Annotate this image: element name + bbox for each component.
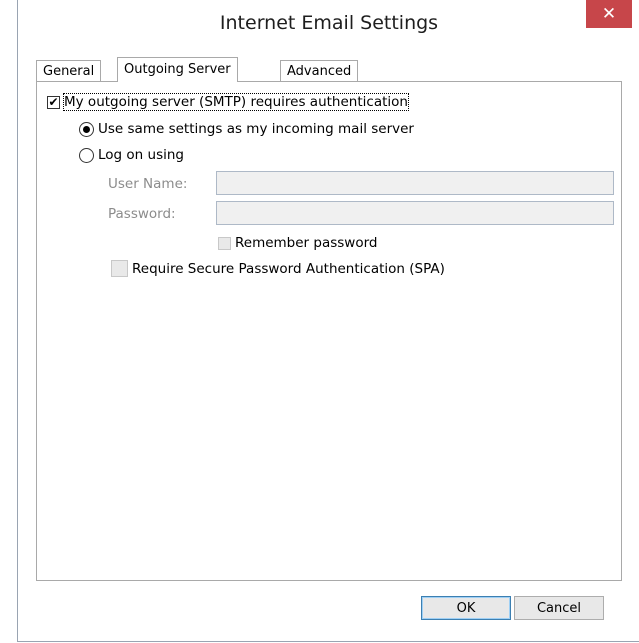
dialog-title: Internet Email Settings [219, 12, 439, 34]
use-same-settings-radio-row[interactable]: Use same settings as my incoming mail se… [79, 121, 414, 137]
checkmark-icon: ✔ [48, 95, 59, 109]
user-name-label: User Name: [108, 176, 188, 192]
cancel-button[interactable]: Cancel [514, 596, 604, 620]
close-button[interactable]: ✕ [586, 0, 632, 28]
password-label: Password: [108, 206, 176, 222]
ok-button[interactable]: OK [421, 596, 511, 620]
tab-outgoing-server[interactable]: Outgoing Server [117, 57, 238, 82]
require-spa-row[interactable]: Require Secure Password Authentication (… [111, 260, 445, 277]
smtp-auth-checkbox[interactable]: ✔ [47, 95, 60, 109]
tab-general[interactable]: General [36, 60, 102, 82]
remember-password-checkbox[interactable] [218, 236, 231, 250]
use-same-settings-label: Use same settings as my incoming mail se… [98, 121, 414, 137]
tab-advanced[interactable]: Advanced [280, 60, 359, 82]
use-same-settings-radio[interactable] [79, 121, 94, 137]
remember-password-label: Remember password [235, 235, 378, 251]
tab-outgoing-server-label: Outgoing Server [124, 62, 231, 77]
log-on-using-radio-row[interactable]: Log on using [79, 147, 184, 163]
internet-email-settings-dialog: Internet Email Settings ✕ General Outgoi… [17, 0, 639, 642]
user-name-input[interactable] [216, 171, 614, 195]
tab-general-label: General [43, 64, 95, 79]
smtp-auth-checkbox-row[interactable]: ✔ My outgoing server (SMTP) requires aut… [47, 93, 409, 111]
radio-dot-icon [83, 125, 90, 133]
smtp-auth-label: My outgoing server (SMTP) requires authe… [63, 93, 409, 111]
tab-advanced-label: Advanced [287, 64, 352, 79]
log-on-using-radio[interactable] [79, 147, 94, 163]
log-on-using-label: Log on using [98, 147, 184, 163]
close-icon: ✕ [601, 4, 617, 24]
require-spa-checkbox[interactable] [111, 260, 128, 277]
password-input[interactable] [216, 201, 614, 225]
remember-password-row[interactable]: Remember password [218, 235, 378, 251]
require-spa-label: Require Secure Password Authentication (… [132, 260, 445, 277]
